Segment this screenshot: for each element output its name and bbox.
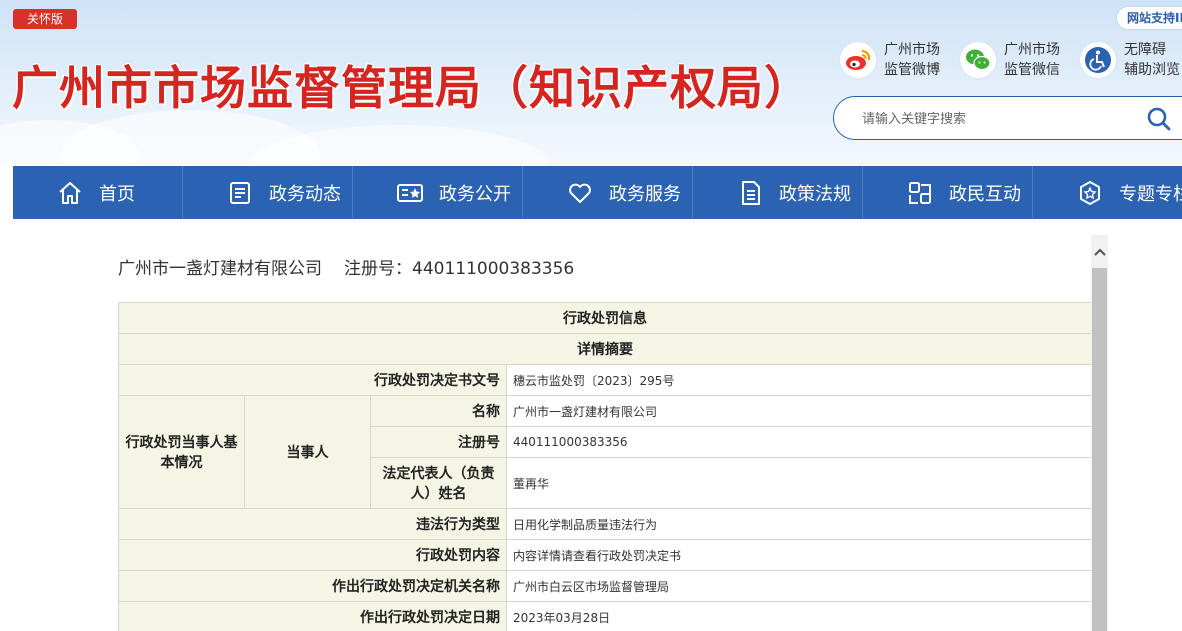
wechat-icon	[960, 42, 996, 78]
nav-item-home[interactable]: 首页	[13, 166, 183, 219]
home-icon	[55, 178, 85, 208]
party-group-label: 行政处罚当事人基本情况	[118, 395, 245, 509]
nav-item-label: 专题专栏	[1119, 183, 1182, 205]
site-title: 广州市市场监督管理局（知识产权局）	[12, 61, 811, 115]
decision-no-label: 行政处罚决定书文号	[118, 364, 507, 396]
main-nav: 首页 政务动态 政务公开 政务服务 政策法规 政民互动 专题专栏	[13, 166, 1182, 219]
chevron-up-icon	[1093, 248, 1106, 256]
date-label: 作出行政处罚决定日期	[118, 601, 507, 631]
authority-label: 作出行政处罚决定机关名称	[118, 570, 507, 602]
nav-item-news[interactable]: 政务动态	[183, 166, 353, 219]
quick-link-weibo[interactable]: 广州市场 监管微博	[840, 40, 940, 80]
nav-item-label: 政务服务	[609, 183, 681, 205]
nav-item-policy[interactable]: 政策法规	[693, 166, 863, 219]
party-label: 当事人	[244, 395, 371, 509]
rep-label: 法定代表人（负责人）姓名	[370, 457, 507, 509]
quick-link-text: 无障碍 辅助浏览	[1124, 40, 1180, 80]
nav-item-service[interactable]: 政务服务	[523, 166, 693, 219]
nav-item-label: 政策法规	[779, 183, 851, 205]
rep-value: 董再华	[506, 457, 1092, 509]
interaction-icon	[905, 178, 935, 208]
document-icon	[735, 178, 765, 208]
nav-item-label: 政务动态	[269, 183, 341, 205]
quick-link-wechat[interactable]: 广州市场 监管微信	[960, 40, 1060, 80]
content-label: 行政处罚内容	[118, 539, 507, 571]
search-icon	[1147, 107, 1171, 131]
care-mode-button[interactable]: 关怀版	[13, 9, 77, 29]
scrollbar-thumb[interactable]	[1092, 268, 1107, 631]
content-value: 内容详情请查看行政处罚决定书	[506, 539, 1092, 571]
quick-link-line1: 广州市场	[884, 42, 940, 58]
company-name: 广州市一盏灯建材有限公司	[118, 259, 322, 279]
quick-link-text: 广州市场 监管微博	[884, 40, 940, 80]
scroll-up-button[interactable]	[1091, 235, 1108, 268]
quick-link-line1: 无障碍	[1124, 42, 1166, 58]
table-row: 行政处罚决定书文号 穗云市监处罚〔2023〕295号	[118, 364, 1092, 396]
accessibility-icon	[1080, 42, 1116, 78]
search-input[interactable]	[862, 108, 1132, 130]
topic-icon	[1075, 178, 1105, 208]
table-row: 详情摘要	[118, 333, 1092, 365]
table-title: 行政处罚信息	[118, 302, 1092, 334]
nav-item-disclosure[interactable]: 政务公开	[353, 166, 523, 219]
nav-item-label: 首页	[99, 183, 135, 205]
search-box	[833, 96, 1182, 140]
news-icon	[225, 178, 255, 208]
table-row: 行政处罚内容 内容详情请查看行政处罚决定书	[118, 539, 1092, 571]
service-icon	[565, 178, 595, 208]
nav-item-interaction[interactable]: 政民互动	[863, 166, 1033, 219]
date-value: 2023年03月28日	[506, 601, 1092, 631]
table-subtitle: 详情摘要	[118, 333, 1092, 365]
scrollbar[interactable]	[1091, 235, 1108, 631]
quick-link-text: 广州市场 监管微信	[1004, 40, 1060, 80]
site-header: 关怀版 广州市市场监督管理局（知识产权局） 网站支持IPv6 广州市场 监管微博	[0, 0, 1182, 166]
table-row: 违法行为类型 日用化学制品质量违法行为	[118, 508, 1092, 540]
weibo-icon	[840, 42, 876, 78]
disclosure-icon	[395, 178, 425, 208]
table-row: 作出行政处罚决定机关名称 广州市白云区市场监督管理局	[118, 570, 1092, 602]
authority-value: 广州市白云区市场监督管理局	[506, 570, 1092, 602]
quick-link-accessibility[interactable]: 无障碍 辅助浏览	[1080, 40, 1180, 80]
nav-item-label: 政务公开	[439, 183, 511, 205]
name-value: 广州市一盏灯建材有限公司	[506, 395, 1092, 427]
decision-no-value: 穗云市监处罚〔2023〕295号	[506, 364, 1092, 396]
ipv6-support-badge: 网站支持IPv6	[1117, 7, 1182, 29]
company-reg-label: 注册号：	[344, 259, 412, 279]
quick-link-line2: 辅助浏览	[1124, 62, 1180, 78]
reg-value: 440111000383356	[506, 426, 1092, 458]
table-row: 行政处罚信息	[118, 302, 1092, 334]
quick-link-line1: 广州市场	[1004, 42, 1060, 58]
penalty-info-table: 行政处罚信息 详情摘要 行政处罚决定书文号 穗云市监处罚〔2023〕295号 行…	[118, 302, 1092, 631]
nav-item-label: 政民互动	[949, 183, 1021, 205]
company-reg-no: 440111000383356	[412, 259, 575, 279]
violation-type-label: 违法行为类型	[118, 508, 507, 540]
company-header: 广州市一盏灯建材有限公司 注册号：440111000383356	[118, 257, 574, 281]
table-row: 行政处罚当事人基本情况 当事人 名称 广州市一盏灯建材有限公司	[118, 395, 1092, 509]
quick-link-line2: 监管微博	[884, 62, 940, 78]
search-button[interactable]	[1146, 106, 1172, 132]
table-row: 作出行政处罚决定日期 2023年03月28日	[118, 601, 1092, 631]
violation-type-value: 日用化学制品质量违法行为	[506, 508, 1092, 540]
reg-label: 注册号	[370, 426, 507, 458]
name-label: 名称	[370, 395, 507, 427]
quick-link-line2: 监管微信	[1004, 62, 1060, 78]
nav-item-topic[interactable]: 专题专栏	[1033, 166, 1182, 219]
